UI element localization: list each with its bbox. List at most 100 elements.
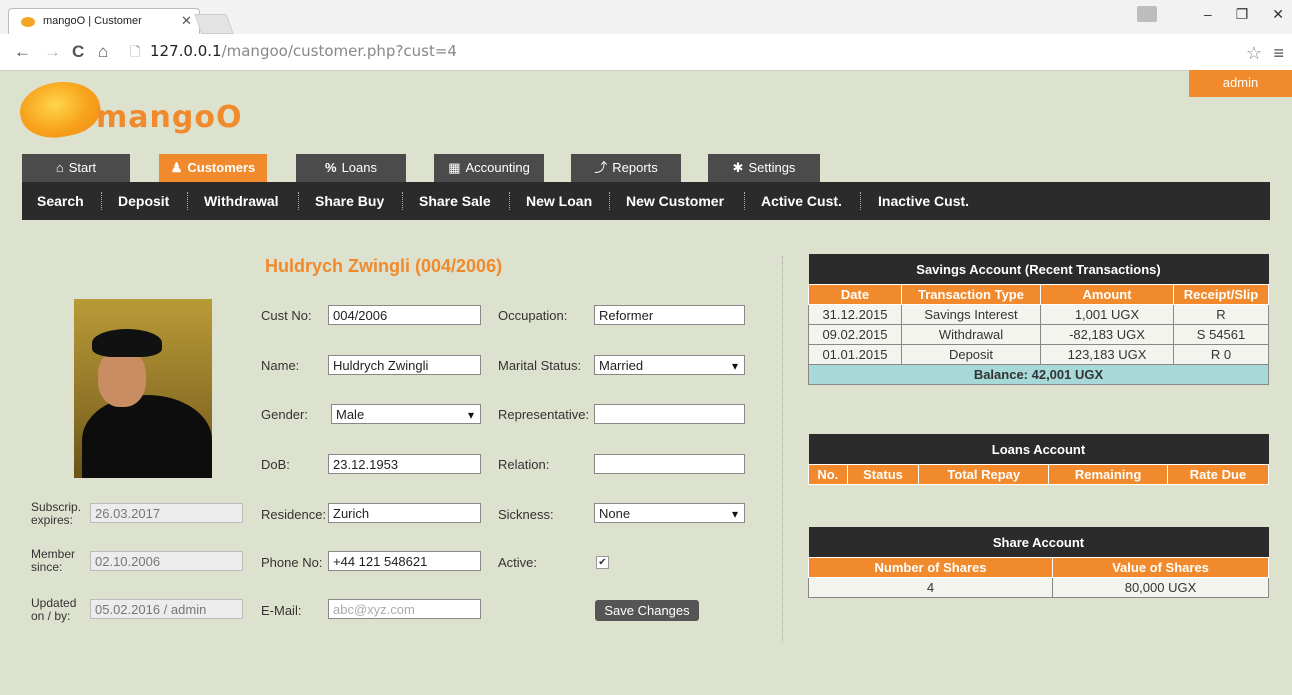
sub-navigation: Search Deposit Withdrawal Share Buy Shar… — [22, 182, 1270, 220]
back-icon[interactable]: ← — [14, 42, 31, 62]
home-icon: ⌂ — [55, 160, 64, 175]
gender-label: Gender: — [261, 407, 308, 422]
favicon-icon — [21, 17, 35, 27]
phone-label: Phone No: — [261, 555, 323, 570]
member-since-field[interactable]: 02.10.2006 — [90, 551, 243, 571]
residence-label: Residence: — [261, 507, 327, 522]
residence-field[interactable]: Zurich — [328, 503, 481, 523]
customer-heading: Huldrych Zwingli (004/2006) — [265, 256, 503, 276]
table-row: 4 80,000 UGX — [808, 577, 1269, 598]
occupation-field[interactable]: Reformer — [594, 305, 745, 325]
email-label: E-Mail: — [261, 603, 302, 618]
subscrip-label: Subscrip. expires: — [31, 500, 82, 527]
address-bar: ← → C ⌂ 🗋 127.0.0.1/mangoo/customer.php?… — [0, 34, 1292, 71]
subnav-inactive-customers[interactable]: Inactive Cust. — [878, 182, 969, 220]
tab-customers[interactable]: ♟ Customers — [159, 154, 267, 182]
tab-accounting[interactable]: ▦ Accounting — [434, 154, 544, 182]
home-browser-icon[interactable]: ⌂ — [98, 42, 108, 62]
active-checkbox[interactable]: ✔ — [596, 556, 609, 569]
active-label: Active: — [498, 555, 538, 570]
sickness-label: Sickness: — [498, 507, 554, 522]
savings-account-table: Savings Account (Recent Transactions) Da… — [808, 254, 1269, 385]
tab-start[interactable]: ⌂ Start — [22, 154, 130, 182]
share-account-table: Share Account Number of Shares Value of … — [808, 527, 1269, 598]
subnav-new-customer[interactable]: New Customer — [626, 182, 724, 220]
sickness-select[interactable]: None — [594, 503, 745, 524]
percent-icon: % — [325, 160, 337, 175]
subnav-share-sale[interactable]: Share Sale — [419, 182, 491, 220]
bookmark-star-icon[interactable]: ☆ — [1246, 43, 1262, 64]
col-loan-no: No. — [808, 464, 848, 485]
updated-label: Updated on / by: — [31, 596, 77, 623]
subnav-new-loan[interactable]: New Loan — [526, 182, 592, 220]
representative-label: Representative: — [498, 407, 590, 422]
col-receipt: Receipt/Slip — [1173, 284, 1269, 305]
phone-field[interactable]: +44 121 548621 — [328, 551, 481, 571]
profile-icon[interactable] — [1137, 6, 1157, 22]
tab-settings[interactable]: ✱ Settings — [708, 154, 820, 182]
share-title: Share Account — [808, 527, 1269, 558]
col-amount: Amount — [1040, 284, 1174, 305]
chart-icon: ⤴ — [594, 160, 608, 175]
browser-titlebar: mangoO | Customer ✕ – ❐ ✕ — [0, 0, 1292, 35]
subnav-withdrawal[interactable]: Withdrawal — [204, 182, 279, 220]
member-since-label: Member since: — [31, 547, 76, 574]
dob-field[interactable]: 23.12.1953 — [328, 454, 481, 474]
minimize-icon[interactable]: – — [1204, 6, 1212, 23]
col-number-of-shares: Number of Shares — [808, 557, 1053, 578]
marital-status-select[interactable]: Married — [594, 355, 745, 376]
relation-field[interactable] — [594, 454, 745, 474]
col-value-of-shares: Value of Shares — [1052, 557, 1269, 578]
table-row: 31.12.2015 Savings Interest 1,001 UGX R — [808, 304, 1269, 325]
browser-tab[interactable]: mangoO | Customer ✕ — [8, 8, 200, 35]
email-field[interactable]: abc@xyz.com — [328, 599, 481, 619]
table-row: 01.01.2015 Deposit 123,183 UGX R 0 — [808, 344, 1269, 365]
tab-loans[interactable]: % Loans — [296, 154, 406, 182]
loans-title: Loans Account — [808, 434, 1269, 465]
relation-label: Relation: — [498, 457, 550, 472]
name-field[interactable]: Huldrych Zwingli — [328, 355, 481, 375]
subnav-deposit[interactable]: Deposit — [118, 182, 169, 220]
col-date: Date — [808, 284, 902, 305]
browser-menu-icon[interactable]: ≡ — [1273, 43, 1284, 64]
col-rate-due: Rate Due — [1166, 464, 1270, 485]
page-icon: 🗋 — [130, 44, 141, 59]
col-loan-status: Status — [846, 464, 920, 485]
save-changes-button[interactable]: Save Changes — [595, 600, 699, 621]
user-icon: ♟ — [170, 160, 183, 175]
user-badge[interactable]: admin — [1189, 70, 1292, 97]
table-row: 09.02.2015 Withdrawal -82,183 UGX S 54561 — [808, 324, 1269, 345]
url-host: 127.0.0.1 — [150, 42, 222, 60]
tab-reports[interactable]: ⤴ Reports — [571, 154, 681, 182]
url-field[interactable]: 🗋 127.0.0.1/mangoo/customer.php?cust=4 — [122, 39, 1262, 63]
gear-icon: ✱ — [732, 160, 744, 175]
col-transaction-type: Transaction Type — [901, 284, 1041, 305]
col-remaining: Remaining — [1048, 464, 1168, 485]
tab-title: mangoO | Customer — [43, 15, 142, 27]
cust-no-label: Cust No: — [261, 308, 312, 323]
new-tab-button[interactable] — [194, 14, 234, 34]
updated-field[interactable]: 05.02.2016 / admin — [90, 599, 243, 619]
logo-text: mangoO — [96, 100, 243, 135]
subnav-search[interactable]: Search — [37, 182, 84, 220]
marital-status-label: Marital Status: — [498, 358, 582, 373]
calculator-icon: ▦ — [448, 160, 461, 175]
column-divider — [782, 256, 783, 642]
loans-account-table: Loans Account No. Status Total Repay Rem… — [808, 434, 1270, 485]
col-total-repay: Total Repay — [918, 464, 1050, 485]
cust-no-field[interactable]: 004/2006 — [328, 305, 481, 325]
subnav-active-customers[interactable]: Active Cust. — [761, 182, 842, 220]
restore-icon[interactable]: ❐ — [1236, 6, 1249, 23]
close-tab-icon[interactable]: ✕ — [181, 13, 192, 29]
url-path: /mangoo/customer.php?cust=4 — [221, 42, 457, 60]
name-label: Name: — [261, 358, 300, 373]
subnav-share-buy[interactable]: Share Buy — [315, 182, 384, 220]
subscrip-expires-field[interactable]: 26.03.2017 — [90, 503, 243, 523]
reload-icon[interactable]: C — [72, 42, 84, 62]
customer-photo[interactable] — [74, 299, 212, 478]
savings-balance: Balance: 42,001 UGX — [808, 364, 1269, 385]
close-window-icon[interactable]: ✕ — [1272, 6, 1284, 23]
forward-icon[interactable]: → — [44, 42, 61, 62]
gender-select[interactable]: Male — [331, 404, 481, 425]
representative-field[interactable] — [594, 404, 745, 424]
